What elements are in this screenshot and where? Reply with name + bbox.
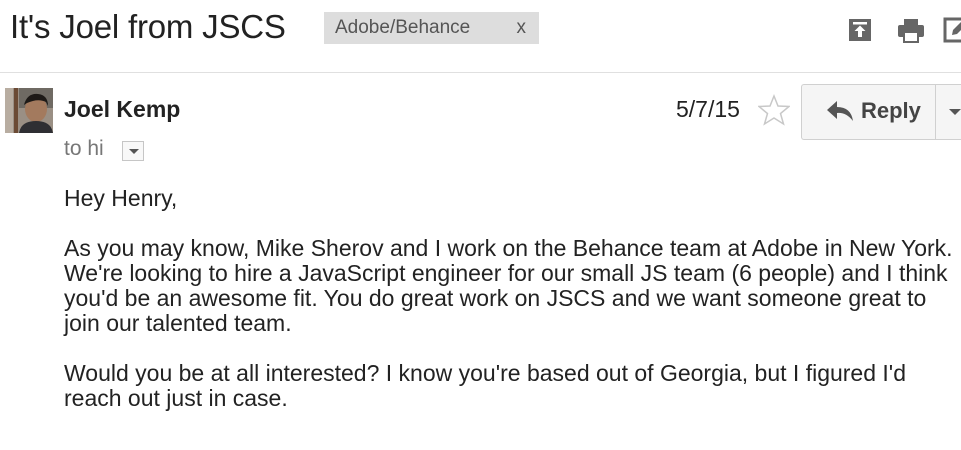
- reply-label: Reply: [861, 98, 921, 123]
- print-icon[interactable]: [896, 16, 924, 44]
- sender-name[interactable]: Joel Kemp: [64, 96, 180, 123]
- body-greeting: Hey Henry,: [64, 185, 178, 211]
- recipient-line: to hi: [64, 137, 104, 160]
- message-body: Hey Henry, As you may know, Mike Sherov …: [64, 186, 954, 436]
- sender-avatar[interactable]: [5, 88, 53, 133]
- label-text: Adobe/Behance: [335, 17, 471, 38]
- label-chip[interactable]: Adobe/Behance x: [324, 12, 539, 44]
- header-divider: [0, 72, 961, 73]
- more-actions-dropdown[interactable]: [935, 84, 961, 140]
- remove-label-button[interactable]: x: [517, 17, 527, 39]
- open-in-new-window-icon[interactable]: [943, 16, 961, 44]
- message-date: 5/7/15: [676, 96, 740, 122]
- show-details-dropdown[interactable]: [122, 141, 144, 161]
- archive-upload-icon[interactable]: [846, 16, 874, 44]
- reply-arrow-icon: [826, 99, 854, 123]
- body-paragraph-2: Would you be at all interested? I know y…: [64, 360, 906, 411]
- star-icon[interactable]: [757, 93, 791, 126]
- reply-button[interactable]: Reply: [801, 84, 935, 140]
- body-paragraph-1: As you may know, Mike Sherov and I work …: [64, 235, 953, 336]
- email-subject: It's Joel from JSCS: [10, 8, 286, 45]
- toolbar-icons: [846, 16, 961, 46]
